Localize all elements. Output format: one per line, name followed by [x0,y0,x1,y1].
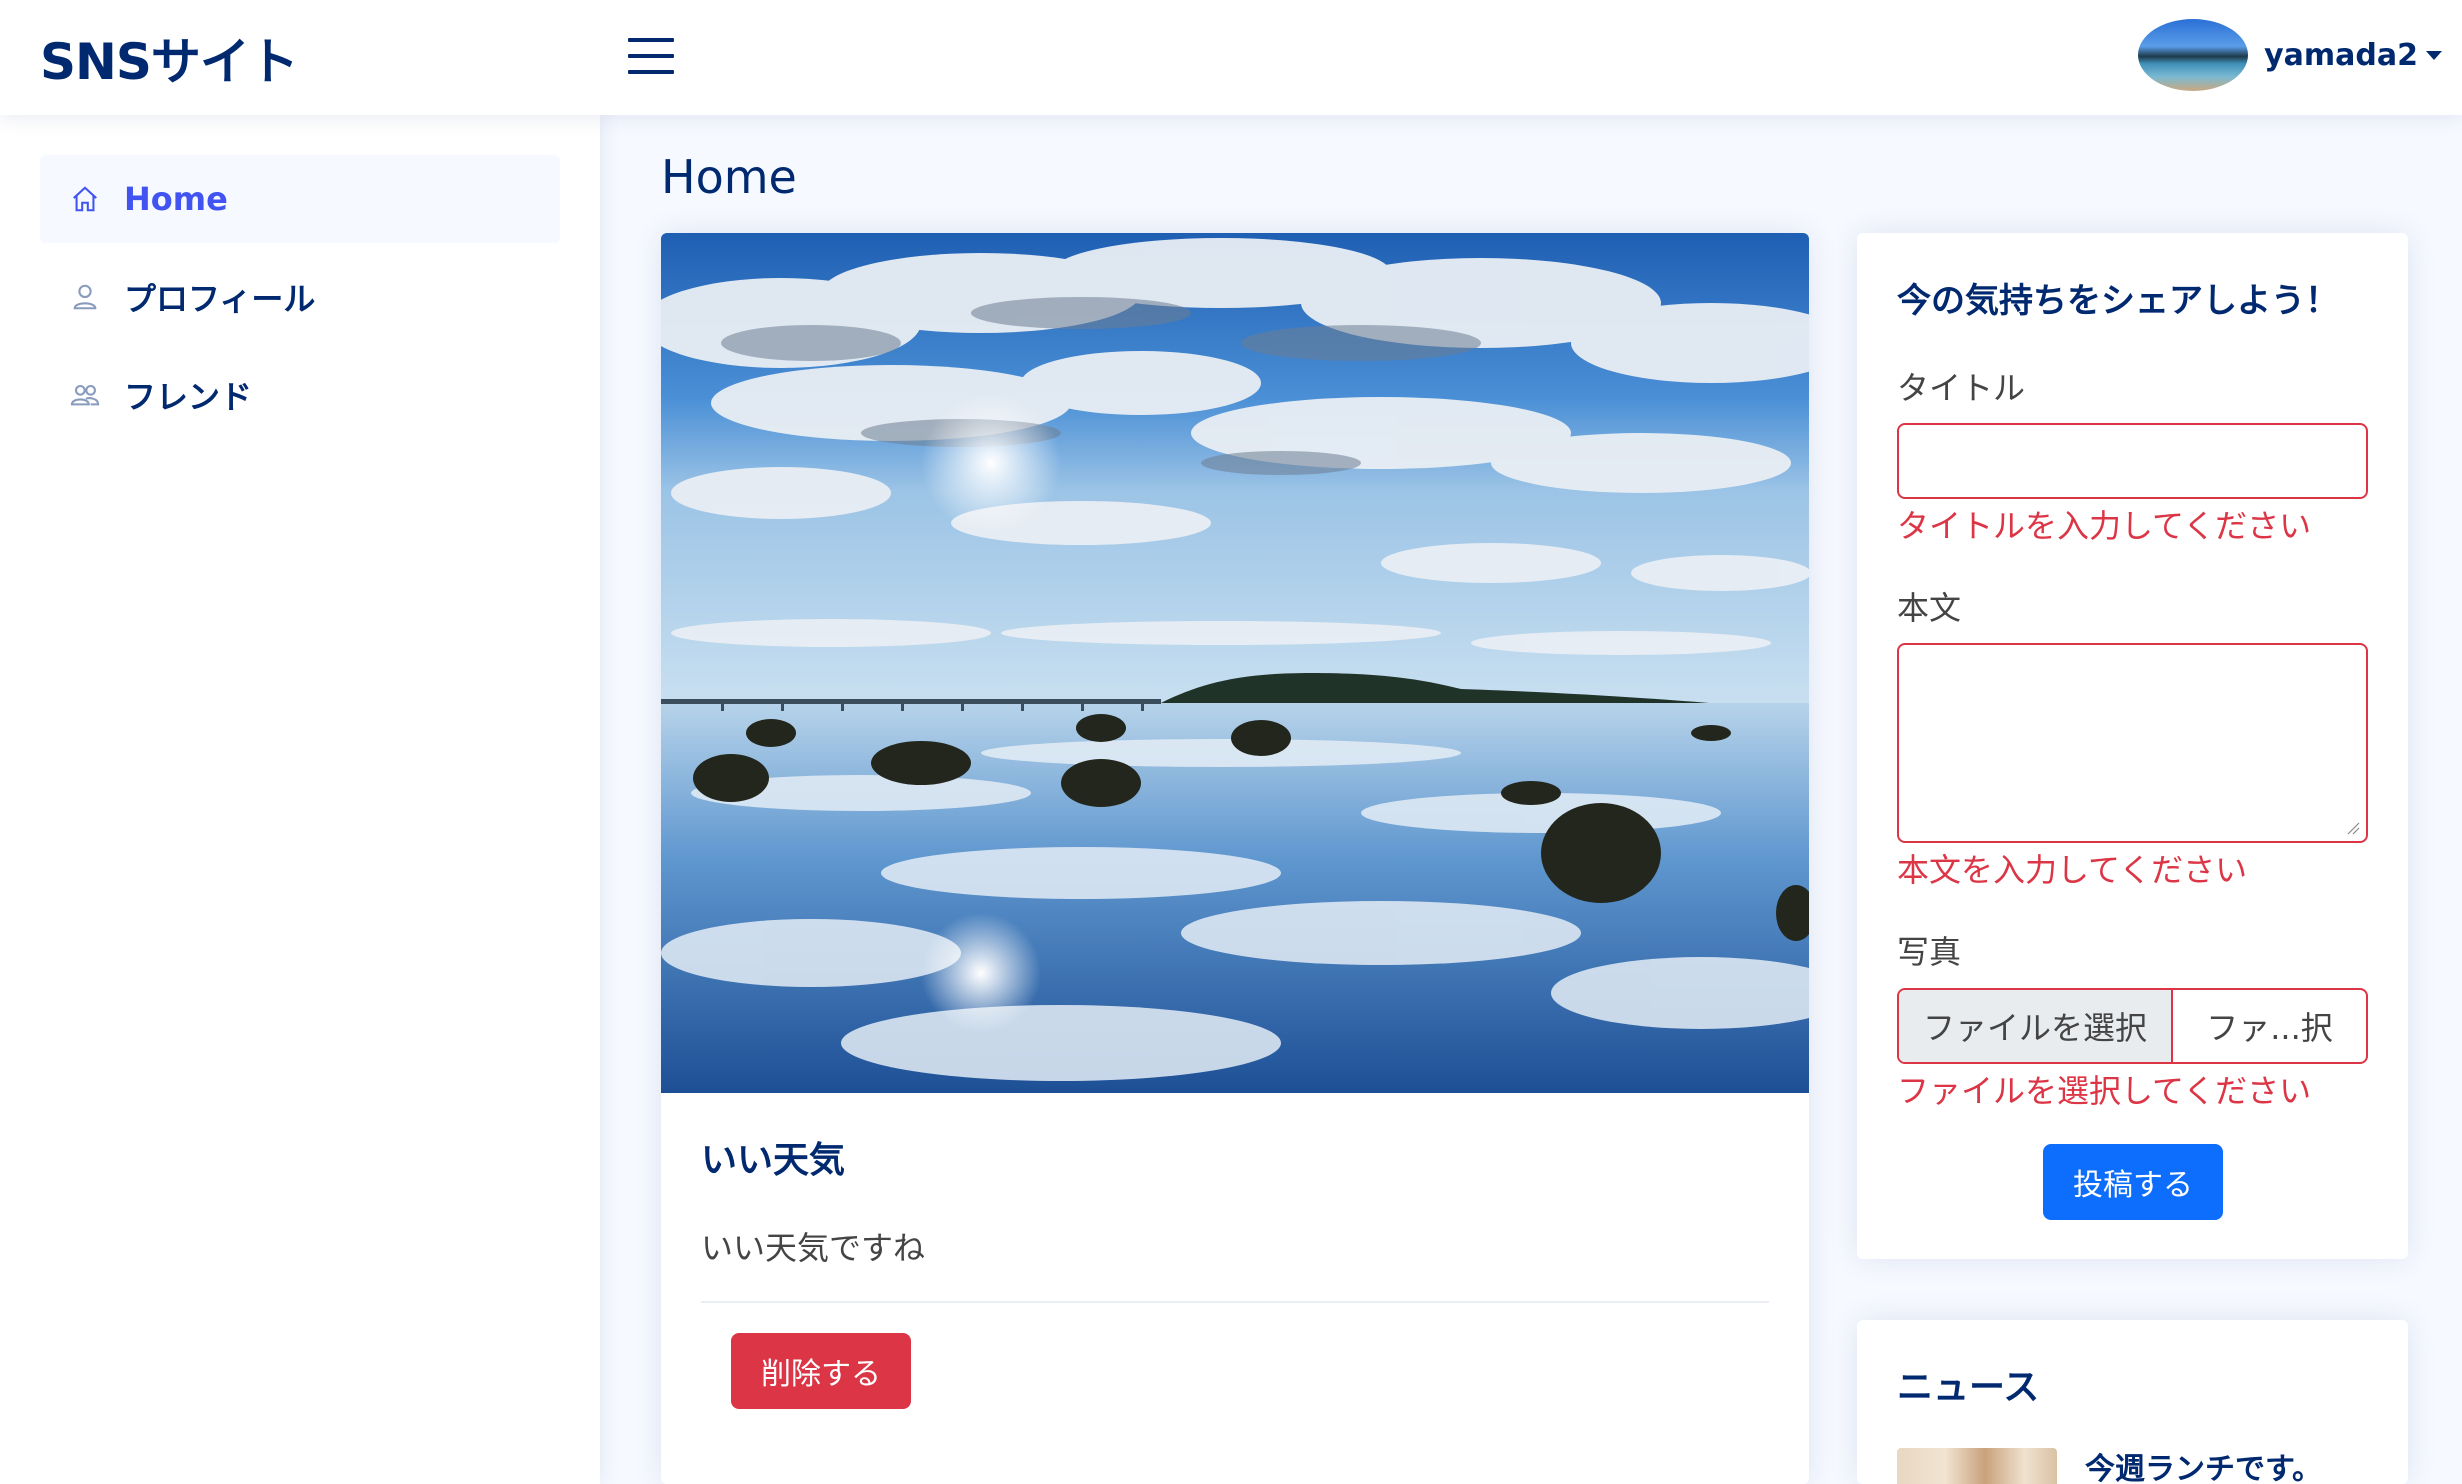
sidebar-item-label: Home [124,180,228,218]
sidebar-item-home[interactable]: Home [40,155,560,243]
resize-grip-icon[interactable] [2346,821,2360,835]
choose-file-button[interactable]: ファイルを選択 [1899,990,2173,1062]
post-form-card: 今の気持ちをシェアしよう！ タイトル タイトルを入力してください 本文 本文を入… [1857,233,2408,1259]
file-name-text: ファ...択 [2206,1009,2333,1047]
title-label: タイトル [1897,369,2026,407]
form-heading: 今の気持ちをシェアしよう！ [1897,281,2339,321]
submit-post-button[interactable]: 投稿する [2043,1144,2223,1220]
page-title: Home [661,150,797,204]
username: yamada2 [2264,37,2418,73]
chevron-down-icon [2426,50,2442,60]
post-card: いい天気 いい天気ですね 削除する [661,233,1809,1484]
sidebar-item-profile[interactable]: プロフィール [40,253,560,341]
post-body: いい天気ですね [701,1229,926,1267]
news-item-title[interactable]: 今週ランチです。 [2085,1444,2322,1484]
user-menu[interactable]: yamada2 [2138,18,2442,92]
body-textarea[interactable] [1897,643,2368,843]
title-input[interactable] [1897,423,2368,499]
body-error: 本文を入力してください [1897,851,2248,889]
avatar [2138,19,2249,91]
news-card: ニュース 今週ランチです。 [1857,1320,2408,1484]
post-title: いい天気 [701,1140,846,1181]
top-header: SNSサイト yamada2 [0,0,2462,115]
body-label: 本文 [1897,589,1962,627]
sidebar-item-label: フレンド [124,378,253,416]
divider [701,1301,1769,1303]
people-icon [70,379,100,411]
delete-button[interactable]: 削除する [731,1333,911,1409]
post-photo [661,233,1809,1093]
sidebar-item-label: プロフィール [124,280,316,318]
file-input[interactable]: ファイルを選択 ファ...択 [1897,988,2368,1064]
menu-toggle-icon[interactable] [628,34,676,76]
title-error: タイトルを入力してください [1897,507,2312,545]
person-icon [70,281,100,313]
house-icon [70,183,100,215]
news-thumbnail[interactable] [1897,1448,2057,1484]
sidebar: Home プロフィール フレンド [0,115,600,1484]
sidebar-item-friends[interactable]: フレンド [40,351,560,439]
news-heading: ニュース [1897,1367,2040,1408]
site-logo[interactable]: SNSサイト [40,22,299,94]
photo-error: ファイルを選択してください [1897,1072,2312,1110]
photo-label: 写真 [1897,933,1962,971]
